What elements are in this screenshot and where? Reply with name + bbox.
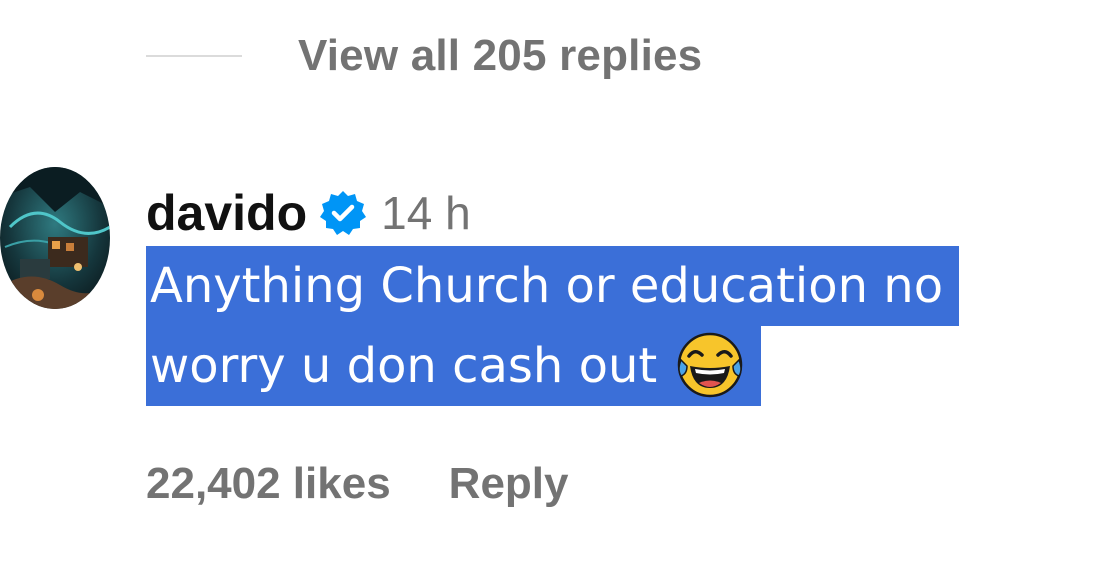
username-link[interactable]: davido — [146, 184, 307, 242]
likes-count[interactable]: 22,402 likes — [146, 459, 391, 509]
laughing-tears-emoji-icon — [675, 330, 745, 400]
verified-badge-icon — [319, 189, 367, 237]
comment-text-line-2-wrap: worry u don cash out — [146, 326, 762, 406]
view-all-replies-button[interactable]: View all 205 replies — [298, 31, 702, 81]
comment-line-2: worry u don cash out — [146, 326, 1106, 406]
replies-divider-line — [146, 55, 242, 57]
comment-timestamp[interactable]: 14 h — [381, 186, 471, 240]
view-replies-row[interactable]: View all 205 replies — [146, 28, 702, 84]
comment-header: davido 14 h — [146, 182, 471, 244]
avatar-image — [0, 167, 110, 309]
comment-text-line-2: worry u don cash out — [150, 338, 658, 394]
comment-actions: 22,402 likes Reply — [146, 452, 569, 516]
avatar[interactable] — [0, 167, 110, 309]
comment-text-line-1: Anything Church or education no — [146, 246, 960, 326]
comment-line-1: Anything Church or education no — [146, 246, 1106, 326]
reply-button[interactable]: Reply — [449, 459, 569, 509]
comment-text: Anything Church or education no worry u … — [146, 246, 1106, 406]
